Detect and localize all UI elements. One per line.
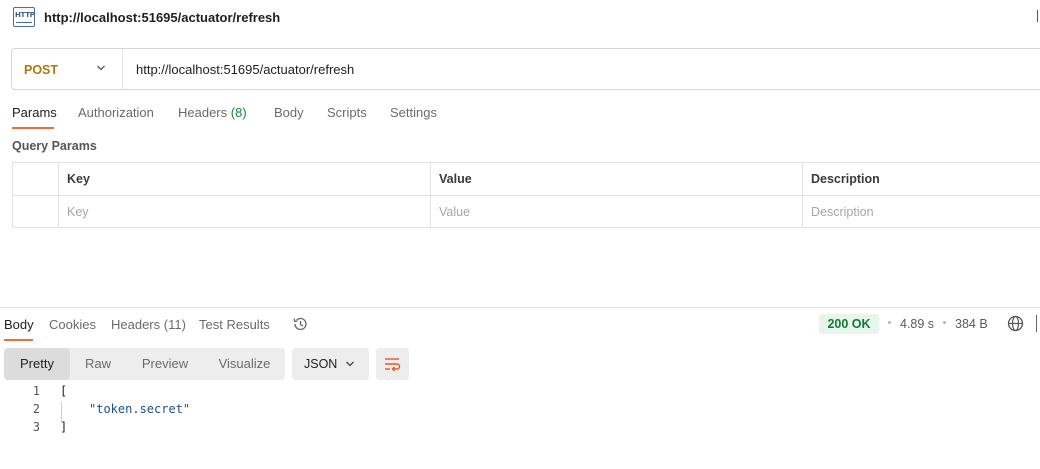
request-bar: POST http://localhost:51695/actuator/ref… [11,48,1040,90]
tab-headers-label: Headers [178,105,228,120]
status-badge[interactable]: 200 OK [819,314,879,334]
code-text: "token.secret" [89,402,191,416]
view-visualize-button[interactable]: Visualize [204,348,285,380]
line-number: 1 [32,384,40,398]
response-tab-cookies[interactable]: Cookies [49,317,96,332]
response-tab-test-results[interactable]: Test Results [199,317,270,332]
code-text: [ [60,384,68,398]
column-header-description: Description [811,172,880,186]
view-mode-group: Pretty Raw Preview Visualize [4,348,285,380]
response-tab-body[interactable]: Body [4,317,34,332]
value-input[interactable]: Value [430,196,802,228]
tab-params[interactable]: Params [12,105,57,120]
request-title[interactable]: http://localhost:51695/actuator/refresh [44,10,280,25]
view-pretty-button[interactable]: Pretty [4,348,70,380]
active-tab-indicator [12,127,54,129]
url-input[interactable]: http://localhost:51695/actuator/refresh [136,62,354,77]
column-header-key: Key [67,172,90,186]
response-tab-headers[interactable]: Headers (11) [111,317,186,332]
chevron-down-icon [97,65,105,71]
indent-guide [61,402,62,422]
tab-headers-count: (8) [230,105,247,120]
table-row: Key Value Description [13,196,1040,229]
view-preview-button[interactable]: Preview [126,348,204,380]
tab-authorization[interactable]: Authorization [78,105,154,120]
format-label: JSON [304,357,338,371]
wrap-lines-button[interactable] [376,348,409,380]
line-number: 3 [32,420,40,434]
globe-icon[interactable] [1007,315,1024,332]
code-line: 3 ] [0,420,1040,438]
method-label: POST [24,63,59,77]
tab-settings[interactable]: Settings [390,105,437,120]
title-bar: HTTP http://localhost:51695/actuator/ref… [0,0,1040,34]
wrap-lines-icon [385,358,401,372]
method-select[interactable]: POST [12,49,123,89]
view-raw-button[interactable]: Raw [70,348,126,380]
response-divider[interactable] [0,307,1040,308]
query-params-title: Query Params [12,139,97,153]
http-icon-text: HTTP [15,11,35,19]
tab-body[interactable]: Body [274,105,304,120]
panel-edge-icon [1036,315,1040,332]
code-line: 1 [ [0,384,1040,402]
description-input[interactable]: Description [802,196,1040,228]
http-icon: HTTP [13,7,35,27]
chevron-down-icon [346,361,354,367]
code-line: 2 "token.secret" [0,402,1040,420]
query-params-table: Key Value Description Key Value Descript… [12,162,1040,228]
code-text: ] [60,420,68,434]
format-select[interactable]: JSON [292,348,369,380]
line-number: 2 [32,402,40,416]
history-icon[interactable] [292,316,308,332]
response-time[interactable]: 4.89 s [900,317,934,331]
active-tab-indicator [4,339,33,341]
tab-headers[interactable]: Headers (8) [178,105,247,120]
key-input[interactable]: Key [58,196,430,228]
column-header-value: Value [439,172,472,186]
table-header-row: Key Value Description [13,163,1040,196]
tab-scripts[interactable]: Scripts [327,105,367,120]
response-size[interactable]: 384 B [955,317,988,331]
separator-dot [888,321,891,324]
separator-dot [943,321,946,324]
